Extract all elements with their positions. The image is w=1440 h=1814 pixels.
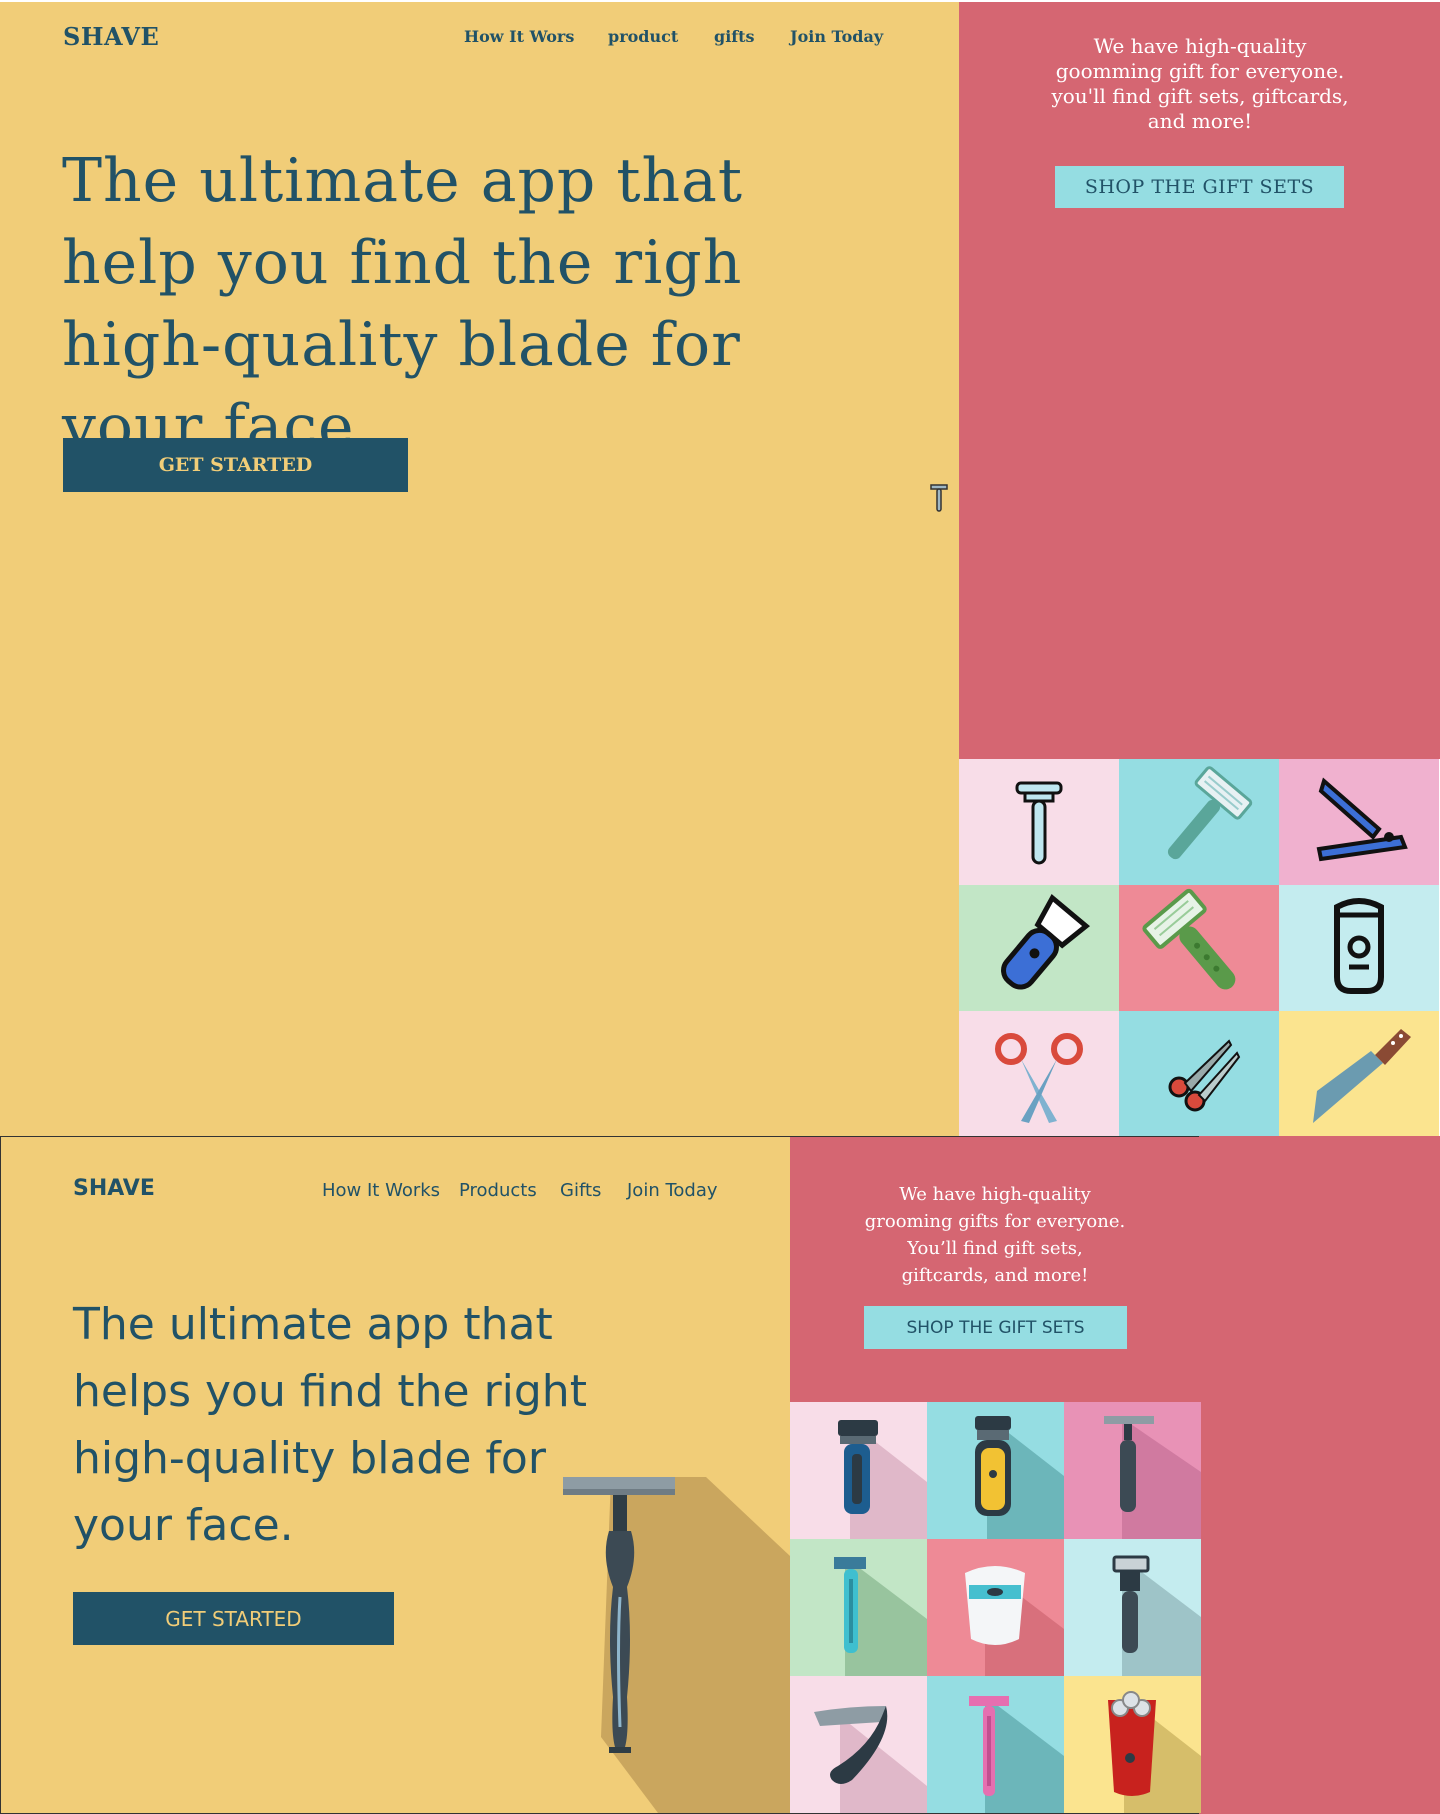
product-tile[interactable]	[1279, 885, 1439, 1011]
disposable-razor-icon	[1167, 766, 1253, 860]
get-started-button[interactable]: GET STARTED	[63, 438, 408, 492]
nav-how-it-works[interactable]: How It Wors	[464, 27, 574, 46]
product-tile[interactable]	[1119, 1011, 1279, 1137]
product-tile[interactable]	[1064, 1676, 1201, 1813]
blue-cartridge-razor-icon	[838, 1420, 927, 1539]
nav-gifts[interactable]: Gifts	[560, 1180, 601, 1201]
product-tile[interactable]	[927, 1676, 1064, 1813]
nav-join-today[interactable]: Join Today	[790, 27, 883, 46]
headline-line: The ultimate app that	[73, 1299, 553, 1350]
product-tile[interactable]	[1064, 1402, 1201, 1539]
gift-line: You’ll find gift sets,	[907, 1238, 1083, 1259]
gift-line: We have high-quality	[899, 1184, 1091, 1205]
dark-cartridge-razor-icon	[1112, 1555, 1201, 1676]
design-version-a: SHAVE How It Wors product gifts Join Tod…	[0, 0, 1440, 1137]
get-started-button[interactable]: GET STARTED	[73, 1592, 394, 1645]
product-tile[interactable]	[790, 1676, 927, 1813]
product-tile[interactable]	[927, 1539, 1064, 1676]
teal-disposable-razor-icon	[834, 1557, 927, 1676]
side-panel	[1199, 1136, 1440, 1814]
small-razor-icon	[930, 484, 948, 512]
green-razor-icon	[1142, 888, 1236, 990]
headline-line: helps you find the right	[73, 1366, 587, 1417]
product-tile[interactable]	[790, 1539, 927, 1676]
design-version-b: SHAVE How It Works Products Gifts Join T…	[0, 1136, 1440, 1814]
gift-description: We have high-quality grooming gifts for …	[855, 1181, 1135, 1289]
product-tile[interactable]	[1279, 1011, 1439, 1137]
straight-razor-icon	[814, 1706, 927, 1813]
shop-gift-sets-button[interactable]: SHOP THE GIFT SETS	[864, 1306, 1127, 1349]
yellow-trimmer-icon	[975, 1416, 1064, 1539]
safety-razor-icon	[1015, 781, 1063, 865]
scissors-icon	[995, 1033, 1083, 1123]
product-tile[interactable]	[790, 1402, 927, 1539]
product-grid	[790, 1402, 1201, 1813]
pink-disposable-razor-icon	[969, 1696, 1064, 1813]
straight-razor-icon	[1316, 777, 1408, 862]
product-tile[interactable]	[959, 1011, 1119, 1137]
nav-how-it-works[interactable]: How It Works	[322, 1180, 440, 1201]
product-tile[interactable]	[927, 1402, 1064, 1539]
logo[interactable]: SHAVE	[73, 1176, 155, 1201]
nav-join-today[interactable]: Join Today	[627, 1180, 718, 1201]
nav-gifts[interactable]: gifts	[714, 27, 755, 46]
knife-icon	[1313, 1029, 1411, 1123]
electric-shaver-icon	[1334, 898, 1384, 994]
product-tile[interactable]	[959, 885, 1119, 1011]
shop-gift-sets-button[interactable]: SHOP THE GIFT SETS	[1055, 166, 1344, 208]
white-electric-shaver-icon	[965, 1566, 1064, 1676]
gift-line: grooming gifts for everyone.	[864, 1211, 1126, 1232]
nav-product[interactable]: product	[608, 27, 678, 46]
product-grid	[959, 759, 1440, 1137]
product-tile[interactable]	[1064, 1539, 1201, 1676]
nav-products[interactable]: Products	[459, 1180, 537, 1201]
product-tile[interactable]	[959, 759, 1119, 885]
product-tile[interactable]	[1119, 885, 1279, 1011]
product-tile[interactable]	[1119, 759, 1279, 885]
black-safety-razor-icon	[1104, 1416, 1201, 1539]
gift-line: giftcards, and more!	[901, 1265, 1089, 1286]
electric-trimmer-icon	[1001, 893, 1091, 990]
logo[interactable]: SHAVE	[63, 22, 159, 51]
product-tile[interactable]	[1279, 759, 1439, 885]
hero-headline: The ultimate app that helps you find the…	[73, 1291, 633, 1559]
red-rotary-shaver-icon	[1108, 1691, 1201, 1813]
small-scissors-icon	[1168, 1039, 1241, 1112]
headline-line: your face.	[73, 1500, 294, 1551]
headline-line: high-quality blade for	[73, 1433, 546, 1484]
gift-description: We have high-quality goomming gift for e…	[1051, 34, 1349, 133]
hero-headline: The ultimate app that help you find the …	[62, 146, 744, 462]
